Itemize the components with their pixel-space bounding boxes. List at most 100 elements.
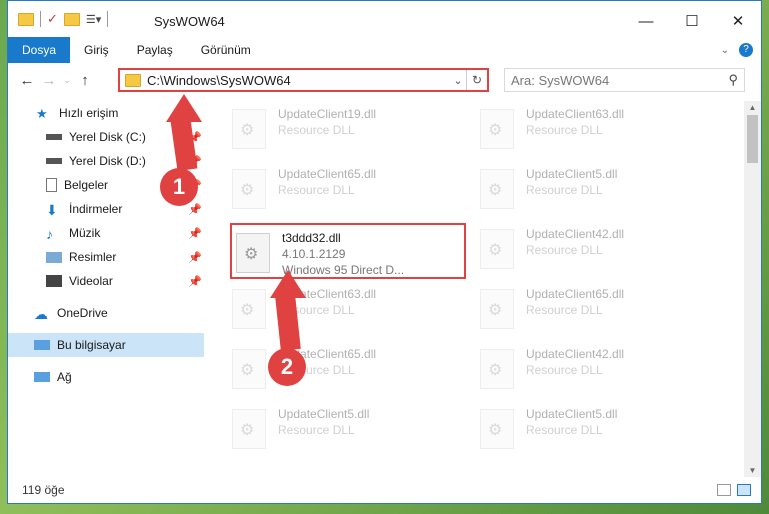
back-button[interactable]: ←	[16, 72, 38, 89]
file-item[interactable]: UpdateClient5.dll Resource DLL	[476, 161, 706, 217]
dll-file-icon	[232, 109, 266, 149]
file-name: UpdateClient63.dll	[526, 107, 625, 121]
file-type: Resource DLL	[526, 183, 603, 197]
pictures-icon	[46, 251, 62, 263]
nav-label: Hızlı erişim	[59, 106, 119, 120]
file-version: 4.10.1.2129	[282, 247, 346, 261]
nav-label: Videolar	[69, 274, 113, 288]
new-folder-icon[interactable]	[63, 12, 80, 26]
pin-icon[interactable]: 📌	[188, 251, 202, 264]
navigation-bar: ← → ⌄ ↑ C:\Windows\SysWOW64 ⌄ ↻ Ara: Sys…	[8, 63, 761, 97]
file-type: Resource DLL	[526, 423, 603, 437]
refresh-button[interactable]: ↻	[466, 70, 487, 90]
vertical-scrollbar[interactable]: ▲ ▼	[744, 101, 761, 477]
dll-file-icon	[232, 169, 266, 209]
navigation-pane: ★ Hızlı erişim Yerel Disk (C:) 📌 Yerel D…	[8, 101, 204, 477]
file-type: Resource DLL	[526, 363, 603, 377]
dll-file-icon	[236, 233, 270, 273]
item-count: 119 öğe	[22, 483, 65, 497]
chevron-down-icon[interactable]: ⌄	[450, 74, 466, 87]
search-input[interactable]: Ara: SysWOW64 ⚲	[504, 68, 745, 92]
dll-file-icon	[480, 169, 514, 209]
file-type: Resource DLL	[526, 243, 603, 257]
star-icon: ★	[36, 106, 48, 121]
nav-network[interactable]: Ağ	[8, 365, 204, 389]
drive-icon	[46, 158, 62, 164]
details-view-icon[interactable]	[717, 484, 731, 496]
file-item[interactable]: UpdateClient5.dll Resource DLL	[228, 401, 458, 457]
music-icon: ♪	[46, 226, 53, 242]
nav-onedrive[interactable]: ☁ OneDrive	[8, 301, 204, 325]
up-button[interactable]: ↑	[74, 72, 96, 89]
folder-icon	[125, 73, 141, 87]
nav-label: Resimler	[69, 250, 117, 264]
nav-pictures[interactable]: Resimler 📌	[8, 245, 204, 269]
nav-label: Ağ	[57, 370, 72, 384]
status-bar: 119 öğe	[8, 477, 761, 503]
file-item[interactable]: UpdateClient63.dll Resource DLL	[228, 281, 458, 337]
tab-view[interactable]: Görünüm	[187, 37, 265, 63]
dll-file-icon	[232, 289, 266, 329]
arrow-up-icon	[166, 94, 202, 122]
nav-videos[interactable]: Videolar 📌	[8, 269, 204, 293]
dll-file-icon	[480, 289, 514, 329]
properties-icon[interactable]: ✓	[47, 11, 58, 27]
search-icon[interactable]: ⚲	[728, 72, 738, 88]
nav-music[interactable]: ♪ Müzik 📌	[8, 221, 204, 245]
expand-ribbon-icon[interactable]: ⌄	[721, 45, 729, 56]
address-bar[interactable]: C:\Windows\SysWOW64 ⌄ ↻	[118, 68, 489, 92]
explorer-window: ✓ ☰▾ SysWOW64 — ☐ ✕ Dosya Giriş Paylaş G…	[7, 0, 762, 504]
file-item[interactable]: UpdateClient63.dll Resource DLL	[476, 101, 706, 157]
file-item-t3ddd32[interactable]: t3ddd32.dll 4.10.1.2129 Windows 95 Direc…	[230, 223, 466, 279]
nav-label: İndirmeler	[69, 202, 123, 216]
file-item[interactable]: UpdateClient65.dll Resource DLL	[476, 281, 706, 337]
folder-icon	[18, 12, 34, 26]
ribbon-tabs: Dosya Giriş Paylaş Görünüm ⌄ ?	[8, 37, 761, 63]
nav-label: Yerel Disk (D:)	[69, 154, 146, 168]
file-item[interactable]: UpdateClient5.dll Resource DLL	[476, 401, 706, 457]
computer-icon	[34, 340, 50, 350]
help-icon[interactable]: ?	[739, 43, 753, 57]
arrow-up-icon	[270, 270, 306, 298]
file-type: Resource DLL	[278, 423, 355, 437]
view-switcher	[717, 484, 761, 496]
file-name: UpdateClient42.dll	[526, 347, 625, 361]
large-icons-view-icon[interactable]	[737, 484, 751, 496]
cloud-icon: ☁	[34, 306, 48, 322]
file-item[interactable]: UpdateClient65.dll Resource DLL	[228, 341, 458, 397]
separator	[107, 11, 109, 27]
tab-file[interactable]: Dosya	[8, 37, 71, 63]
customize-icon[interactable]: ☰▾	[86, 13, 101, 26]
pin-icon[interactable]: 📌	[188, 203, 202, 216]
pin-icon[interactable]: 📌	[188, 275, 202, 288]
nav-label: Yerel Disk (C:)	[69, 130, 146, 144]
file-item[interactable]: UpdateClient42.dll Resource DLL	[476, 221, 706, 277]
nav-this-pc[interactable]: Bu bilgisayar	[8, 333, 204, 357]
file-item[interactable]: UpdateClient65.dll Resource DLL	[228, 161, 458, 217]
scroll-up-icon[interactable]: ▲	[744, 103, 761, 112]
pin-icon[interactable]: 📌	[188, 227, 202, 240]
recent-locations-icon[interactable]: ⌄	[60, 75, 74, 86]
nav-label: Belgeler	[64, 178, 109, 192]
address-path[interactable]: C:\Windows\SysWOW64	[147, 73, 450, 88]
dll-file-icon	[480, 409, 514, 449]
dll-file-icon	[480, 229, 514, 269]
file-type: Resource DLL	[278, 183, 355, 197]
file-name: UpdateClient5.dll	[278, 407, 370, 421]
file-type: Resource DLL	[526, 123, 603, 137]
dll-file-icon	[232, 409, 266, 449]
file-item[interactable]: UpdateClient19.dll Resource DLL	[228, 101, 458, 157]
tab-share[interactable]: Paylaş	[123, 37, 187, 63]
forward-button[interactable]: →	[38, 72, 60, 89]
maximize-button[interactable]: ☐	[669, 1, 715, 41]
tab-home[interactable]: Giriş	[70, 37, 123, 63]
scroll-down-icon[interactable]: ▼	[744, 466, 761, 475]
window-controls: — ☐ ✕	[623, 1, 761, 41]
file-name: UpdateClient19.dll	[278, 107, 377, 121]
minimize-button[interactable]: —	[623, 1, 669, 41]
file-name: UpdateClient5.dll	[526, 407, 618, 421]
scrollbar-thumb[interactable]	[747, 115, 758, 163]
close-button[interactable]: ✕	[715, 1, 761, 41]
dll-file-icon	[480, 349, 514, 389]
file-item[interactable]: UpdateClient42.dll Resource DLL	[476, 341, 706, 397]
